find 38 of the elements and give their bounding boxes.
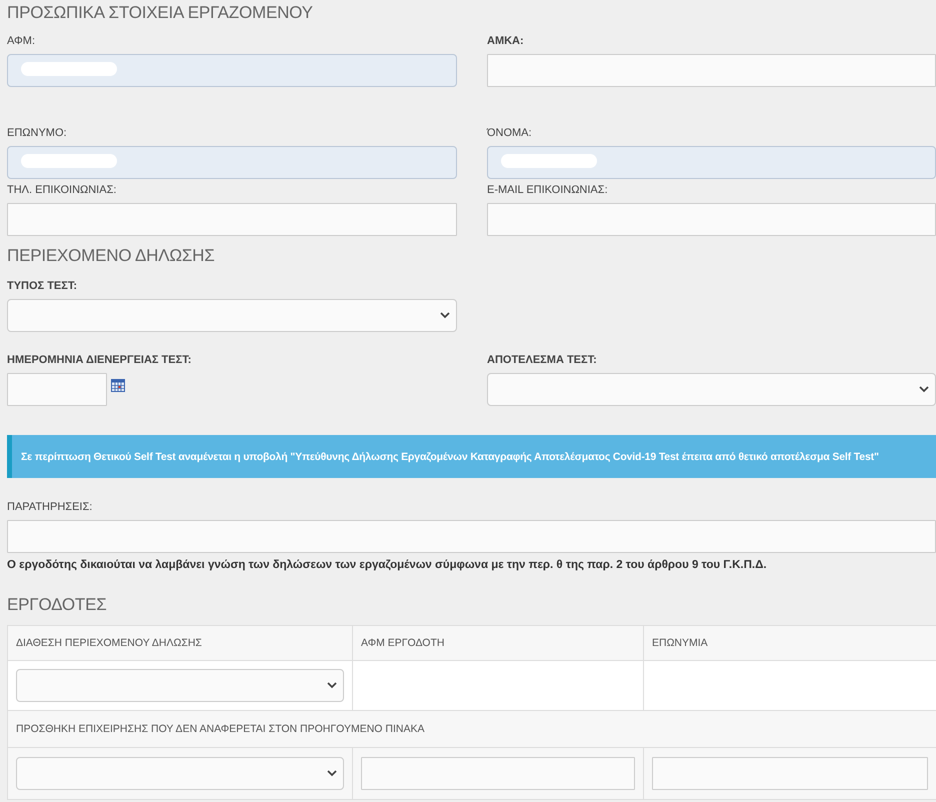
calendar-icon[interactable] — [111, 379, 125, 392]
field-label: ΕΠΩΝΥΜΟ: — [7, 126, 67, 140]
text-field[interactable] — [7, 203, 457, 236]
field-label: E-MAIL ΕΠΙΚΟΙΝΩΝΙΑΣ: — [487, 183, 608, 197]
chevron-down-icon — [327, 770, 337, 777]
section-title: ΕΡΓΟΔΟΤΕΣ — [7, 594, 107, 616]
select-field[interactable] — [7, 299, 457, 332]
column-header: ΑΦΜ ΕΡΓΟΔΟΤΗ — [353, 626, 644, 661]
table-subheader: ΠΡΟΣΘΗΚΗ ΕΠΙΧΕΙΡΗΣΗΣ ΠΟΥ ΔΕΝ ΑΝΑΦΕΡΕΤΑΙ ΣΤΟΝ ΠΡΟΗΓΟΥΜΕΝΟ ΠΙΝΑΚΑ — [8, 711, 936, 748]
field-label: ΌΝΟΜΑ: — [487, 126, 532, 140]
field-label: ΤΥΠΟΣ ΤΕΣΤ: — [7, 279, 78, 293]
field-label: ΤΗΛ. ΕΠΙΚΟΙΝΩΝΙΑΣ: — [7, 183, 116, 197]
text-field[interactable] — [7, 146, 457, 179]
section-title: ΠΕΡΙΕΧΟΜΕΝΟ ΔΗΛΩΣΗΣ — [7, 245, 215, 267]
text-field[interactable] — [7, 54, 457, 87]
select-field[interactable] — [16, 669, 344, 702]
field-label: ΑΠΟΤΕΛΕΣΜΑ ΤΕΣΤ: — [487, 353, 597, 367]
field-label: ΑΜΚΑ: — [487, 34, 524, 48]
text-field[interactable] — [652, 757, 928, 790]
date-field[interactable] — [7, 373, 107, 406]
column-header: ΔΙΑΘΕΣΗ ΠΕΡΙΕΧΟΜΕΝΟΥ ΔΗΛΩΣΗΣ — [8, 626, 353, 661]
text-field[interactable] — [7, 520, 936, 553]
field-label: ΑΦΜ: — [7, 34, 36, 48]
text-field[interactable] — [487, 146, 936, 179]
field-label: ΗΜΕΡΟΜΗΝΙΑ ΔΙΕΝΕΡΓΕΙΑΣ ΤΕΣΤ: — [7, 353, 192, 367]
select-field[interactable] — [16, 757, 344, 790]
text-field[interactable] — [361, 757, 635, 790]
field-label: ΠΑΡΑΤΗΡΗΣΕΙΣ: — [7, 500, 92, 514]
chevron-down-icon — [440, 312, 450, 319]
chevron-down-icon — [919, 386, 929, 393]
select-field[interactable] — [487, 373, 936, 406]
text-field[interactable] — [487, 54, 936, 87]
text-field[interactable] — [487, 203, 936, 236]
column-header: ΕΠΩΝΥΜΙΑ — [644, 626, 936, 661]
chevron-down-icon — [327, 682, 337, 689]
alert-text: Σε περίπτωση Θετικού Self Test αναμένεται η υποβολή "Υπεύθυνης Δήλωσης Εργαζομένων Καταγραφής Αποτελέσματος Covid-19 Test έπειτα από θετικό αποτέλεσμα Self Test" — [21, 450, 879, 462]
section-title: ΠΡΟΣΩΠΙΚΑ ΣΤΟΙΧΕΙΑ ΕΡΓΑΖΟΜΕΝΟΥ — [7, 2, 313, 24]
notice-text: Ο εργοδότης δικαιούται να λαμβάνει γνώση των δηλώσεων των εργαζομένων σύμφωνα με την περ. θ της παρ. 2 του άρθρου 9 του Γ.Κ.Π.Δ. — [7, 558, 767, 572]
